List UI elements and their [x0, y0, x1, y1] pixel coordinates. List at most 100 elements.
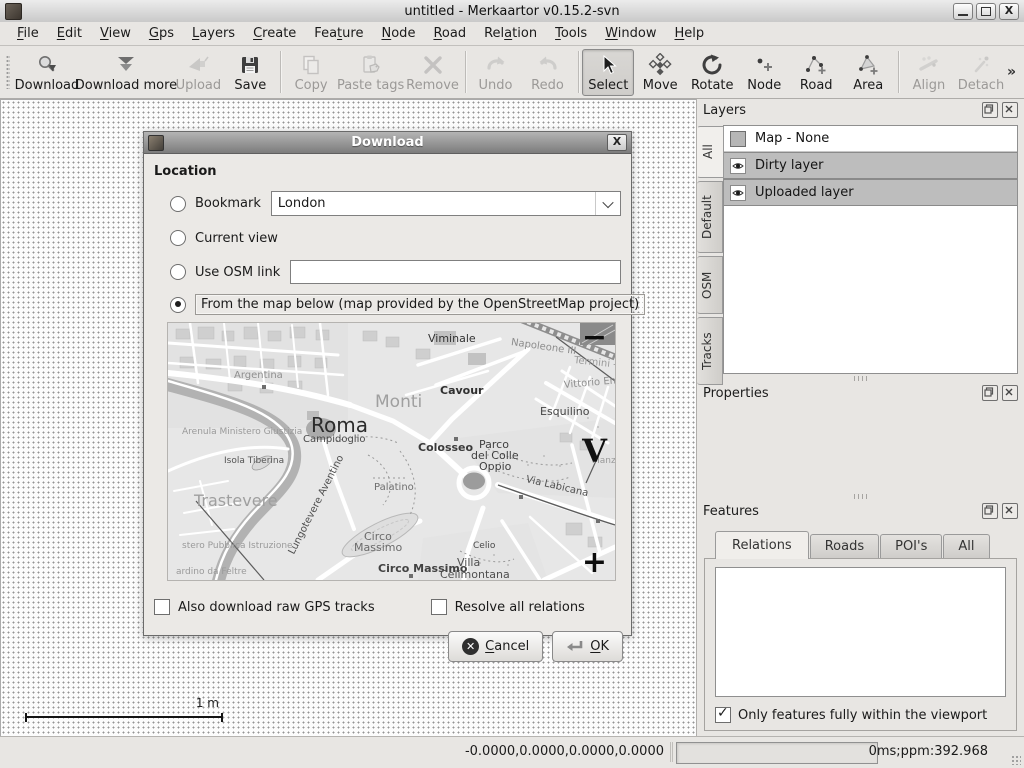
minimize-button[interactable] [953, 3, 973, 20]
save-button[interactable]: Save [224, 49, 276, 96]
layer-visibility-checkbox[interactable] [730, 131, 746, 147]
paste-tags-icon [359, 53, 383, 77]
current-view-radio[interactable] [170, 230, 186, 246]
menu-road[interactable]: Road [424, 24, 475, 43]
resize-grip[interactable] [1011, 755, 1021, 765]
layers-panel-title: Layers [703, 103, 746, 118]
ok-button[interactable]: OK [552, 631, 623, 662]
dock-splitter[interactable] [697, 492, 1024, 500]
node-tool-button[interactable]: Node [738, 49, 790, 96]
tab-relations[interactable]: Relations [715, 531, 809, 559]
dock-splitter[interactable] [697, 374, 1024, 382]
menu-help[interactable]: Help [666, 24, 714, 43]
layer-row-map[interactable]: Map - None [724, 126, 1017, 152]
features-list[interactable] [715, 567, 1006, 697]
detach-button[interactable]: Detach [955, 49, 1007, 96]
area-tool-button[interactable]: Area [842, 49, 894, 96]
bookmark-combobox[interactable]: London [271, 191, 621, 216]
render-metrics: 0ms;ppm:392.968 [869, 744, 988, 759]
menu-feature[interactable]: Feature [305, 24, 372, 43]
features-frame: Only features fully within the viewport [704, 558, 1017, 731]
layers-tab-osm[interactable]: OSM [697, 256, 723, 314]
move-tool-button[interactable]: Move [634, 49, 686, 96]
undo-icon [484, 53, 508, 77]
layers-float-button[interactable] [982, 102, 998, 118]
map-label: Colosseo [418, 442, 473, 453]
menu-file[interactable]: File [8, 24, 48, 43]
upload-icon [186, 53, 210, 77]
layers-close-button[interactable] [1002, 102, 1018, 118]
bookmark-label: Bookmark [195, 196, 261, 211]
remove-button[interactable]: Remove [404, 49, 461, 96]
viewport-only-checkbox[interactable] [715, 707, 731, 723]
resolve-relations-checkbox[interactable] [431, 599, 447, 615]
copy-icon [299, 53, 323, 77]
menu-window[interactable]: Window [596, 24, 665, 43]
osm-link-radio[interactable] [170, 264, 186, 280]
properties-close-button[interactable] [1002, 385, 1018, 401]
from-map-label: From the map below (map provided by the … [195, 294, 645, 315]
osm-link-input[interactable] [290, 260, 621, 284]
remove-icon [421, 53, 445, 77]
bookmark-radio[interactable] [170, 196, 186, 212]
properties-panel-title: Properties [703, 386, 769, 401]
menu-node[interactable]: Node [372, 24, 424, 43]
from-map-radio[interactable] [170, 297, 186, 313]
features-tab-bar: Relations Roads POI's All [697, 522, 1024, 558]
toolbar-separator [465, 51, 466, 93]
chevron-down-icon[interactable] [595, 192, 620, 215]
menu-tools[interactable]: Tools [546, 24, 596, 43]
dialog-close-button[interactable]: X [607, 134, 627, 151]
scale-bar: 1 m [25, 716, 223, 718]
map-preview[interactable]: ViminaleNapoleone IIITermini - LaArgenti… [167, 322, 616, 581]
rotate-tool-button[interactable]: Rotate [686, 49, 738, 96]
layers-tab-all[interactable]: All [697, 126, 724, 178]
map-label: Arenula Ministero Giustizia [182, 428, 302, 437]
dialog-titlebar[interactable]: Download X [144, 132, 631, 154]
copy-button[interactable]: Copy [285, 49, 337, 96]
menu-edit[interactable]: Edit [48, 24, 91, 43]
select-tool-button[interactable]: Select [582, 49, 634, 96]
features-close-button[interactable] [1002, 503, 1018, 519]
align-button[interactable]: Align [903, 49, 955, 96]
map-label: Esquilino [540, 406, 590, 417]
properties-float-button[interactable] [982, 385, 998, 401]
redo-button[interactable]: Redo [522, 49, 574, 96]
move-icon [648, 53, 672, 77]
dialog-title: Download [144, 135, 631, 150]
toolbar-overflow-chevron[interactable]: » [1007, 64, 1016, 80]
tab-all[interactable]: All [943, 534, 989, 558]
close-button[interactable]: X [999, 3, 1019, 20]
gps-tracks-checkbox[interactable] [154, 599, 170, 615]
menu-layers[interactable]: Layers [183, 24, 244, 43]
layers-panel-body: All Default OSM Tracks Map - None Dirty … [697, 125, 1018, 374]
layers-tab-default[interactable]: Default [697, 181, 723, 253]
layers-panel-header: Layers [697, 99, 1024, 121]
map-label: Oppio [479, 461, 511, 472]
upload-button[interactable]: Upload [172, 49, 224, 96]
eye-icon[interactable] [730, 158, 746, 174]
features-panel-title: Features [703, 504, 759, 519]
eye-icon[interactable] [730, 185, 746, 201]
download-button[interactable]: Download [14, 49, 79, 96]
layer-row-dirty[interactable]: Dirty layer [724, 152, 1017, 179]
map-zoom-in-control[interactable]: + [582, 548, 607, 578]
toolbar-drag-handle[interactable] [6, 55, 10, 89]
download-more-button[interactable]: Download more [80, 49, 173, 96]
menu-gps[interactable]: Gps [140, 24, 183, 43]
tab-roads[interactable]: Roads [810, 534, 879, 558]
maximize-button[interactable] [976, 3, 996, 20]
menu-view[interactable]: View [91, 24, 140, 43]
road-tool-button[interactable]: Road [790, 49, 842, 96]
map-zoom-out-control[interactable]: − [582, 323, 607, 353]
cancel-button[interactable]: ✕ Cancel [448, 631, 543, 662]
features-float-button[interactable] [982, 503, 998, 519]
undo-button[interactable]: Undo [470, 49, 522, 96]
road-icon [804, 53, 828, 77]
layer-row-uploaded[interactable]: Uploaded layer [724, 179, 1017, 206]
menu-create[interactable]: Create [244, 24, 305, 43]
tab-pois[interactable]: POI's [880, 534, 942, 558]
layers-tab-tracks[interactable]: Tracks [697, 317, 723, 385]
menu-relation[interactable]: Relation [475, 24, 546, 43]
paste-tags-button[interactable]: Paste tags [337, 49, 404, 96]
